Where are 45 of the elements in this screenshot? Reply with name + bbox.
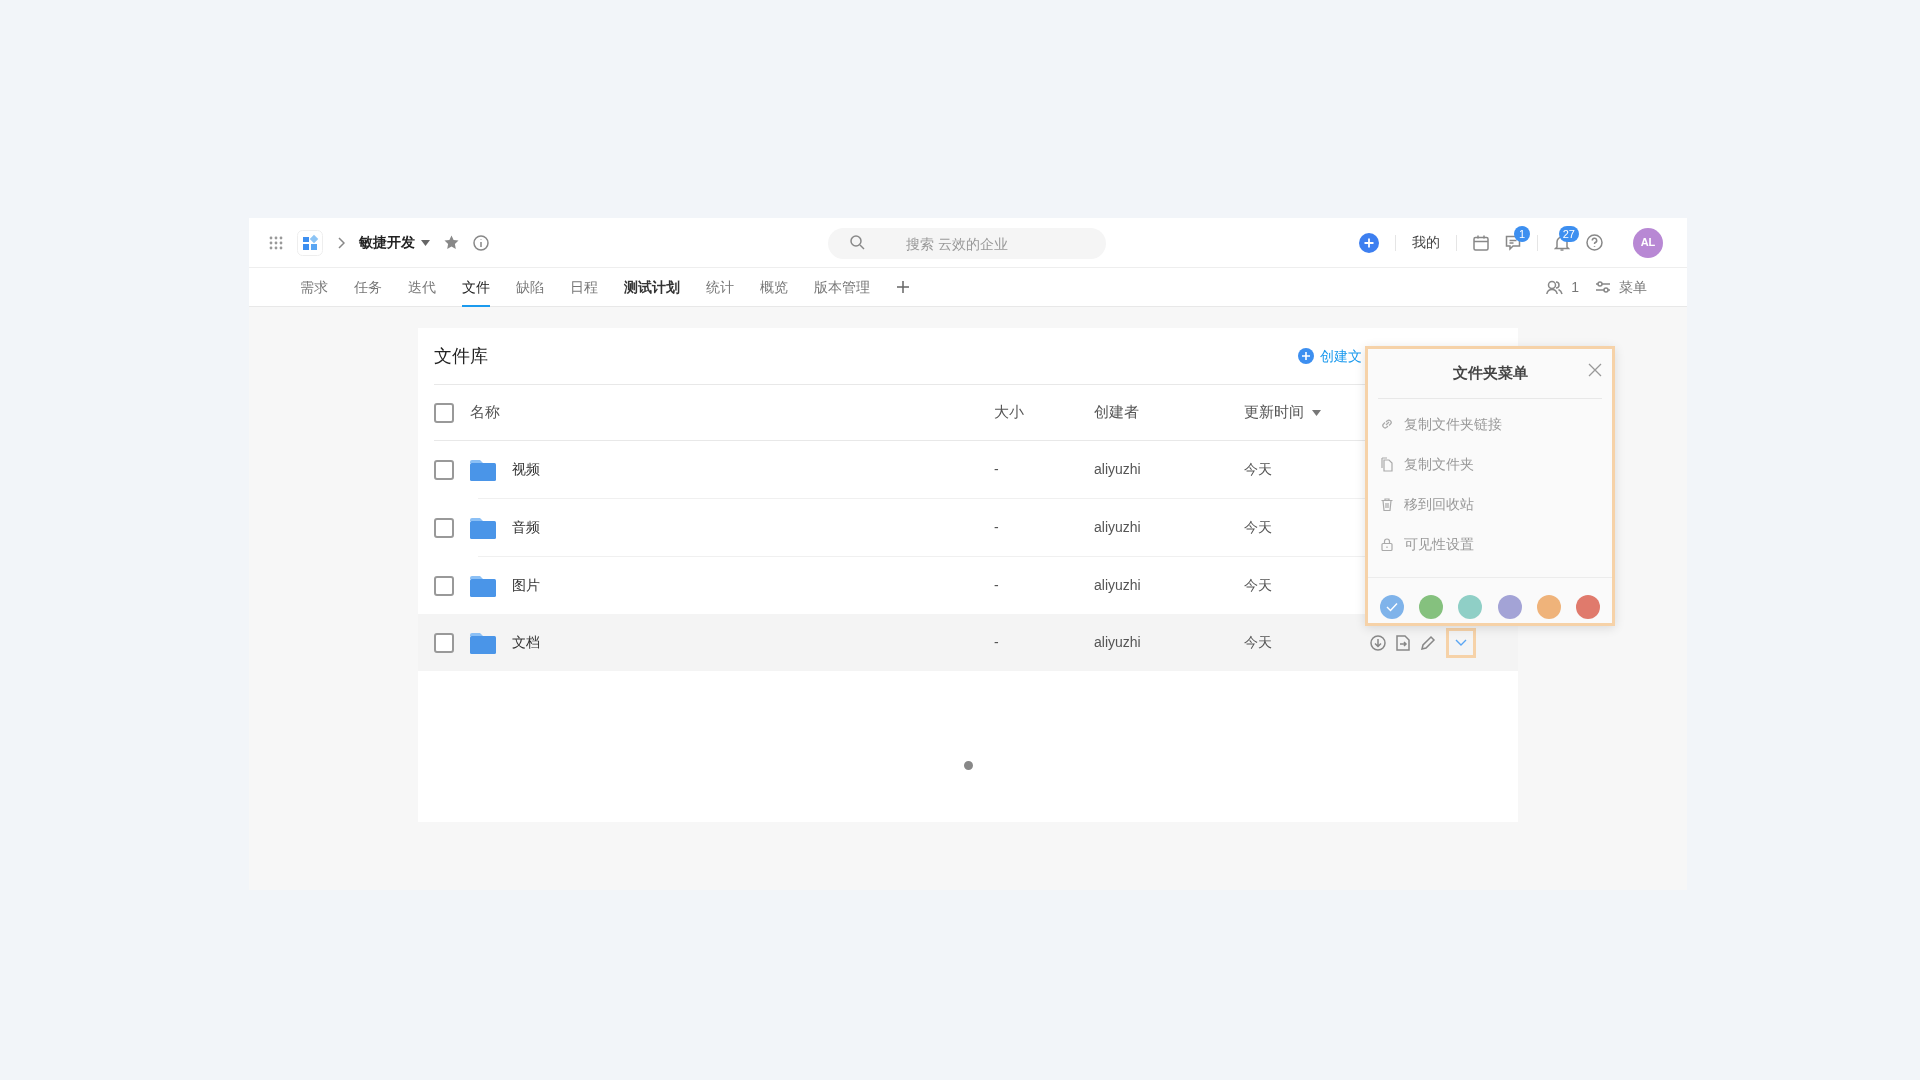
size-value: - — [994, 634, 999, 650]
count-badge: 1 — [1514, 225, 1530, 242]
mine-link[interactable]: 我的 — [1412, 232, 1440, 253]
nav-tab[interactable]: 版本管理 — [814, 267, 870, 307]
menu-item[interactable]: 复制文件夹链接 — [1368, 404, 1612, 444]
size-value: - — [994, 577, 999, 593]
column-header[interactable]: 大小 — [994, 401, 1024, 424]
count-badge: 27 — [1558, 225, 1579, 242]
updated-time: 今天 — [1244, 461, 1272, 477]
menu-item[interactable]: 可见性设置 — [1368, 524, 1612, 564]
folder-name[interactable]: 文档 — [512, 632, 540, 653]
creator-name: aliyuzhi — [1094, 519, 1141, 535]
updated-time: 今天 — [1244, 519, 1272, 535]
menu-item[interactable]: 移到回收站 — [1368, 484, 1612, 524]
nav-tab[interactable]: 文件 — [462, 267, 490, 307]
library-title: 文件库 — [434, 344, 488, 368]
updated-time: 今天 — [1244, 634, 1272, 650]
creator-name: aliyuzhi — [1094, 577, 1141, 593]
menu-title: 文件夹菜单 — [1452, 363, 1528, 384]
create-folder-button[interactable]: 创建文 — [1298, 345, 1362, 367]
creator-name: aliyuzhi — [1094, 461, 1141, 477]
nav-tab[interactable]: 日程 — [570, 267, 598, 307]
size-value: - — [994, 519, 999, 535]
updated-time: 今天 — [1244, 577, 1272, 593]
folder-name[interactable]: 音频 — [512, 517, 540, 538]
menu-button[interactable]: 菜单 — [1595, 276, 1647, 298]
user-avatar[interactable]: AL — [1633, 227, 1663, 258]
menu-item[interactable]: 复制文件夹 — [1368, 444, 1612, 484]
nav-tab[interactable]: 需求 — [300, 267, 328, 307]
nav-tab[interactable]: 任务 — [354, 267, 382, 307]
nav-tab[interactable]: 概览 — [760, 267, 788, 307]
project-switcher[interactable]: 敏捷开发 — [359, 232, 430, 253]
members-button[interactable]: 1 — [1546, 276, 1579, 298]
creator-name: aliyuzhi — [1094, 634, 1141, 650]
nav-tab[interactable]: 迭代 — [408, 267, 436, 307]
nav-tab[interactable]: 统计 — [706, 267, 734, 307]
nav-tab[interactable]: 测试计划 — [624, 267, 680, 307]
nav-tab[interactable]: 缺陷 — [516, 267, 544, 307]
folder-name[interactable]: 视频 — [512, 459, 540, 480]
size-value: - — [994, 461, 999, 477]
folder-name[interactable]: 图片 — [512, 575, 540, 596]
column-header[interactable]: 更新时间 — [1244, 401, 1321, 424]
column-header[interactable]: 名称 — [470, 401, 500, 424]
search-field[interactable]: 搜索 云效的企业 — [828, 228, 1106, 259]
column-header[interactable]: 创建者 — [1094, 401, 1139, 424]
